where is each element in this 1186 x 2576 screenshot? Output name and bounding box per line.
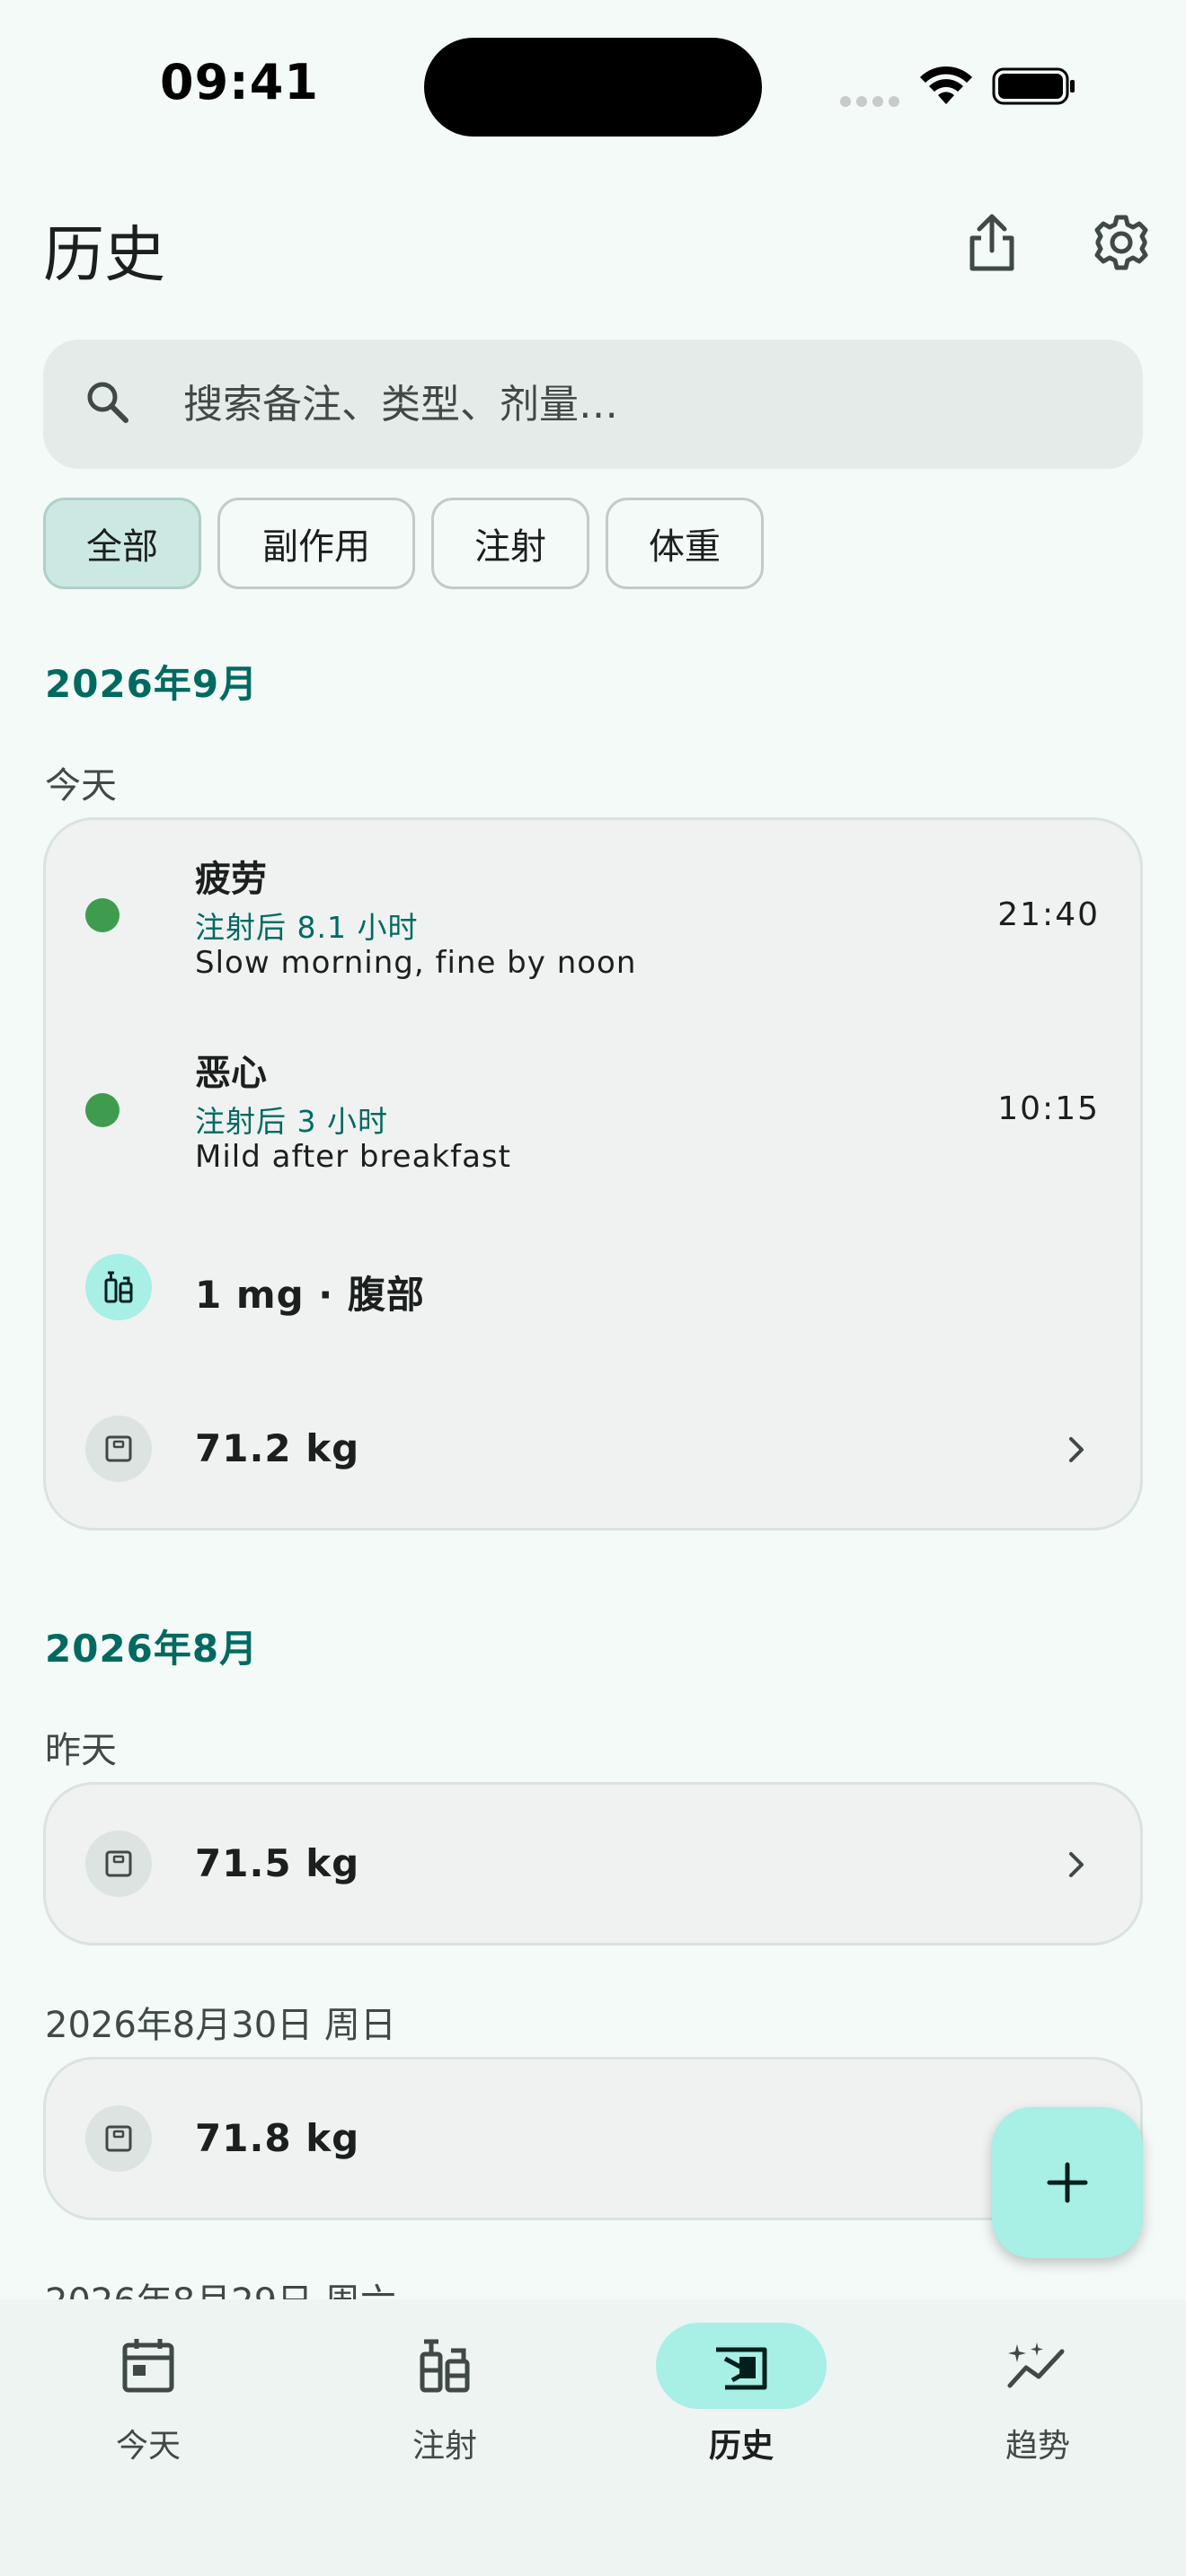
filter-chip-all[interactable]: 全部 bbox=[43, 498, 201, 589]
entry-weight-text: 71.2 kg bbox=[195, 1426, 360, 1470]
day-header: 今天 bbox=[45, 765, 117, 807]
search-icon bbox=[87, 382, 128, 423]
nav-label: 今天 bbox=[115, 2428, 181, 2465]
entry-note: Slow morning, fine by noon bbox=[195, 945, 637, 981]
chevron-right-icon bbox=[1069, 1852, 1084, 1877]
syringe-icon bbox=[420, 2339, 470, 2393]
nav-pill bbox=[359, 2323, 530, 2409]
side-effect-dot bbox=[85, 898, 119, 932]
nav-item-history[interactable]: 历史 bbox=[593, 2323, 890, 2475]
nav-item-injections[interactable]: 注射 bbox=[296, 2323, 593, 2475]
scale-icon bbox=[105, 1850, 132, 1877]
filter-chip-side-effects[interactable]: 副作用 bbox=[217, 498, 415, 589]
scale-icon bbox=[105, 2125, 132, 2152]
weight-icon-badge bbox=[85, 1831, 152, 1897]
search-input[interactable] bbox=[183, 370, 1100, 438]
trend-icon bbox=[1007, 2342, 1065, 2388]
share-button[interactable] bbox=[952, 203, 1031, 282]
entry-title: 疲劳 bbox=[195, 859, 267, 900]
nav-pill-active bbox=[656, 2323, 827, 2409]
calendar-icon bbox=[122, 2339, 174, 2393]
injection-icon-badge bbox=[85, 1254, 152, 1320]
entry-subtitle: 注射后 3 小时 bbox=[195, 1104, 388, 1139]
entry-weight-text: 71.5 kg bbox=[195, 1841, 360, 1885]
day-header: 昨天 bbox=[45, 1730, 117, 1771]
nav-label: 注射 bbox=[412, 2428, 477, 2465]
weight-icon-badge bbox=[85, 2105, 152, 2172]
entry-injection-text: 1 mg · 腹部 bbox=[195, 1273, 425, 1317]
entry-note: Mild after breakfast bbox=[195, 1139, 511, 1175]
gear-icon bbox=[1094, 215, 1148, 270]
entry-time: 10:15 bbox=[997, 1090, 1100, 1127]
month-header: 2026年9月 bbox=[45, 662, 259, 706]
chevron-right-icon bbox=[1069, 1437, 1084, 1462]
dynamic-island bbox=[424, 38, 762, 137]
day-header: 2026年8月30日 周日 bbox=[45, 2005, 396, 2046]
side-effect-dot bbox=[85, 1093, 119, 1127]
entry-subtitle: 注射后 8.1 小时 bbox=[195, 910, 419, 945]
nav-item-trends[interactable]: 趋势 bbox=[890, 2323, 1186, 2475]
add-entry-button[interactable] bbox=[992, 2107, 1143, 2258]
nav-pill bbox=[63, 2323, 234, 2409]
entry-time: 21:40 bbox=[997, 896, 1100, 933]
nav-label: 趋势 bbox=[1005, 2428, 1070, 2465]
signal-icon bbox=[840, 93, 905, 110]
nav-label: 历史 bbox=[708, 2428, 774, 2465]
status-time: 09:41 bbox=[160, 54, 319, 110]
nav-pill bbox=[952, 2323, 1123, 2409]
share-icon bbox=[969, 214, 1014, 271]
scale-icon bbox=[105, 1435, 132, 1462]
filter-chip-injections[interactable]: 注射 bbox=[431, 498, 589, 589]
entry-title: 恶心 bbox=[195, 1053, 267, 1094]
battery-icon bbox=[992, 67, 1075, 105]
nav-item-today[interactable]: 今天 bbox=[0, 2323, 296, 2475]
settings-button[interactable] bbox=[1082, 203, 1161, 282]
syringe-icon bbox=[104, 1271, 133, 1303]
entry-weight-text: 71.8 kg bbox=[195, 2116, 360, 2160]
month-header: 2026年8月 bbox=[45, 1627, 259, 1671]
weight-icon-badge bbox=[85, 1416, 152, 1482]
plus-icon bbox=[1047, 2162, 1088, 2203]
filter-chip-weight[interactable]: 体重 bbox=[606, 498, 764, 589]
history-icon bbox=[716, 2347, 767, 2390]
wifi-icon bbox=[920, 66, 972, 104]
page-title: 历史 bbox=[43, 220, 166, 291]
